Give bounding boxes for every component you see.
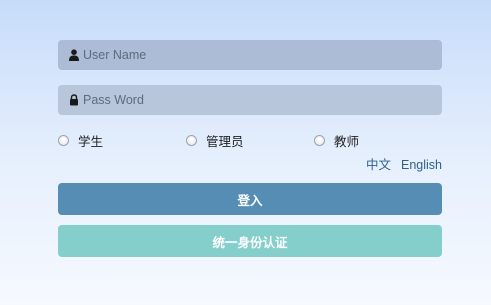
role-label-admin: 管理员 <box>206 133 244 149</box>
lock-icon <box>70 94 78 106</box>
role-option-student[interactable]: 学生 <box>58 130 103 150</box>
role-radio-admin[interactable] <box>186 134 197 146</box>
sso-button[interactable]: 统一身份认证 <box>58 225 442 257</box>
language-switcher: 中文 English <box>58 154 442 172</box>
user-icon <box>69 49 79 61</box>
language-link-english[interactable]: English <box>401 158 442 172</box>
username-field[interactable] <box>58 40 442 70</box>
role-radio-teacher[interactable] <box>314 134 325 146</box>
language-link-chinese[interactable]: 中文 <box>366 157 391 172</box>
role-selector: 学生 管理员 教师 <box>58 130 442 150</box>
username-input[interactable] <box>83 40 433 70</box>
role-label-teacher: 教师 <box>334 133 360 149</box>
role-option-teacher[interactable]: 教师 <box>314 130 359 150</box>
role-option-admin[interactable]: 管理员 <box>186 130 244 150</box>
login-button[interactable]: 登入 <box>58 183 442 215</box>
role-label-student: 学生 <box>78 133 104 149</box>
password-input[interactable] <box>83 85 433 115</box>
password-field[interactable] <box>58 85 442 115</box>
role-radio-student[interactable] <box>58 134 69 146</box>
login-panel: 学生 管理员 教师 中文 English 登入 统一身份认证 <box>58 40 442 257</box>
